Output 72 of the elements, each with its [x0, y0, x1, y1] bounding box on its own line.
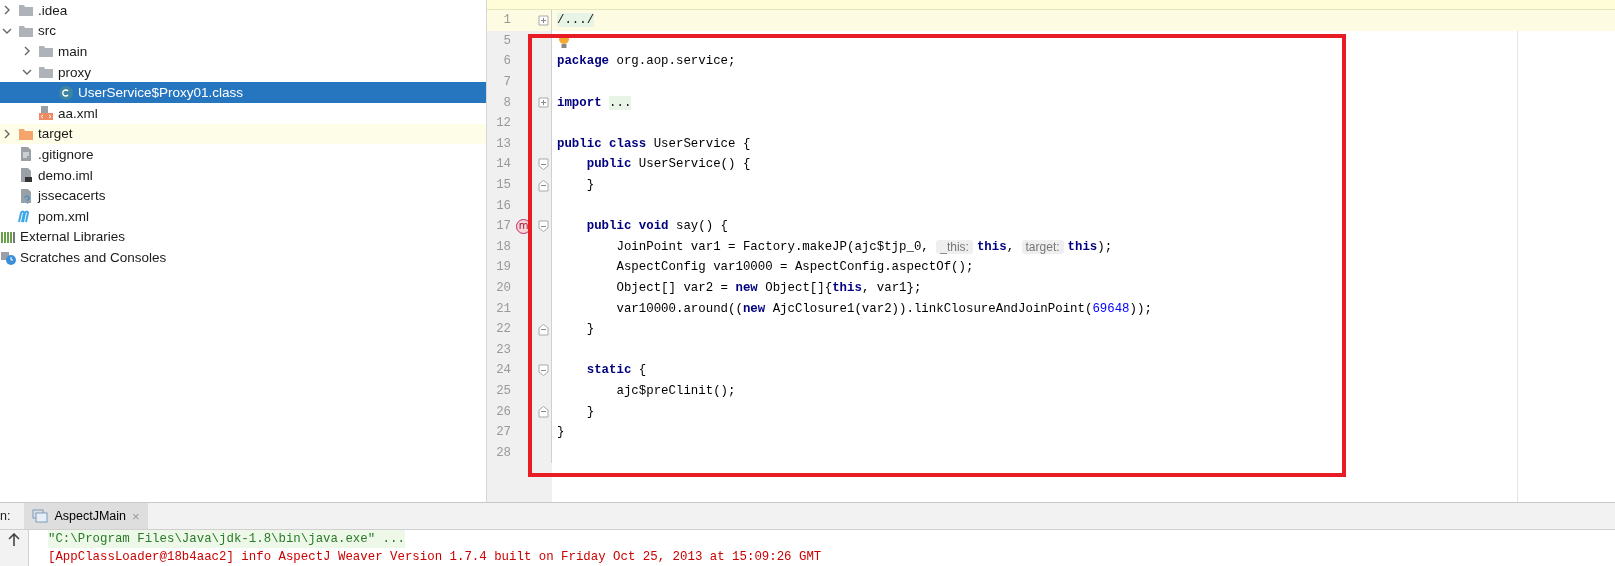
line-number: 23 [495, 342, 511, 357]
line-number: 12 [495, 116, 511, 131]
tree-item[interactable]: main [0, 41, 486, 62]
run-label: n: [0, 508, 12, 525]
collapse-icon[interactable] [537, 405, 550, 419]
tree-item[interactable]: target [0, 123, 486, 145]
code-text: /.../ [556, 13, 595, 28]
expand-icon[interactable] [537, 96, 550, 110]
line-number: 21 [495, 301, 511, 316]
code-text: } [585, 404, 595, 419]
tree-item[interactable]: Scratches and Consoles [0, 247, 486, 268]
line-number: 16 [495, 198, 511, 213]
tree-item[interactable]: src [0, 20, 486, 42]
console-icon [32, 509, 49, 523]
collapse-icon[interactable] [537, 178, 550, 192]
code-text: ajc$preClinit(); [615, 384, 736, 398]
xml-file-icon [38, 105, 54, 122]
expand-icon[interactable] [537, 13, 550, 27]
line-number: 28 [495, 445, 511, 460]
line-number: 5 [502, 33, 511, 48]
class-icon [58, 84, 74, 101]
line-number: 24 [495, 363, 511, 378]
code-text: import ... [556, 95, 632, 110]
console-line: [AppClassLoader@18b4aac2] info AspectJ Weaver Version 1.7.4 built on Friday Oct 25, 2013 at 15:09:26 GMT [48, 549, 822, 566]
code-text: JoinPoint var1 = Factory.makeJP(ajc$tjp_0, _this: this, target: this); [615, 239, 1113, 254]
tree-item[interactable]: .gitignore [0, 144, 486, 165]
code-text: public void say() { [585, 219, 729, 234]
tree-item[interactable]: .idea [0, 0, 486, 21]
folder-icon [38, 64, 54, 81]
collapse-icon[interactable] [537, 322, 550, 336]
line-number: 22 [495, 322, 511, 337]
line-number: 25 [495, 384, 511, 398]
collapse-icon[interactable] [537, 157, 550, 171]
text-file-icon [18, 146, 34, 163]
code-text: public UserService() { [585, 157, 751, 172]
line-number: 27 [495, 425, 511, 440]
code-text: } [556, 425, 565, 440]
tree-item[interactable]: UserService$Proxy01.class [0, 82, 486, 103]
module-file-icon [18, 167, 34, 184]
line-number: 13 [495, 136, 511, 151]
line-number: 6 [502, 54, 511, 69]
tree-item[interactable]: External Libraries [0, 226, 486, 248]
folder-icon [38, 43, 54, 60]
up-arrow-icon[interactable] [8, 533, 20, 547]
line-number: 19 [495, 260, 511, 275]
tree-item[interactable]: pom.xml [0, 205, 486, 227]
code-text: package org.aop.service; [556, 54, 736, 69]
tree-item[interactable]: jssecacerts [0, 185, 486, 206]
collapse-icon[interactable] [537, 219, 550, 233]
line-number: 14 [495, 157, 511, 172]
collapse-icon[interactable] [537, 363, 550, 377]
run-tab[interactable]: AspectJMain × [24, 503, 148, 529]
line-number: 26 [495, 404, 511, 419]
line-number: 15 [495, 178, 511, 193]
code-text: static { [585, 363, 647, 378]
code-text: public class UserService { [556, 136, 751, 151]
code-text: var10000.around((new AjcClosure1(var2)).linkClosureAndJoinPoint(69648)); [615, 301, 1152, 316]
line-number: 20 [495, 281, 511, 295]
code-text: } [585, 322, 595, 337]
unknown-file-icon [18, 187, 34, 204]
line-number: 7 [502, 75, 511, 90]
line-number: 1 [502, 13, 511, 28]
tree-item[interactable]: proxy [0, 61, 486, 83]
folder-icon [18, 2, 34, 19]
code-text: AspectConfig var10000 = AspectConfig.aspectOf(); [615, 260, 974, 275]
code-text: } [585, 178, 595, 193]
code-text: Object[] var2 = new Object[]{this, var1}; [615, 281, 922, 295]
line-number: 18 [495, 239, 511, 254]
line-number: 17 [495, 219, 511, 234]
line-number: 8 [502, 95, 511, 110]
tree-item[interactable]: demo.iml [0, 164, 486, 186]
tree-item[interactable]: aa.xml [0, 102, 486, 124]
